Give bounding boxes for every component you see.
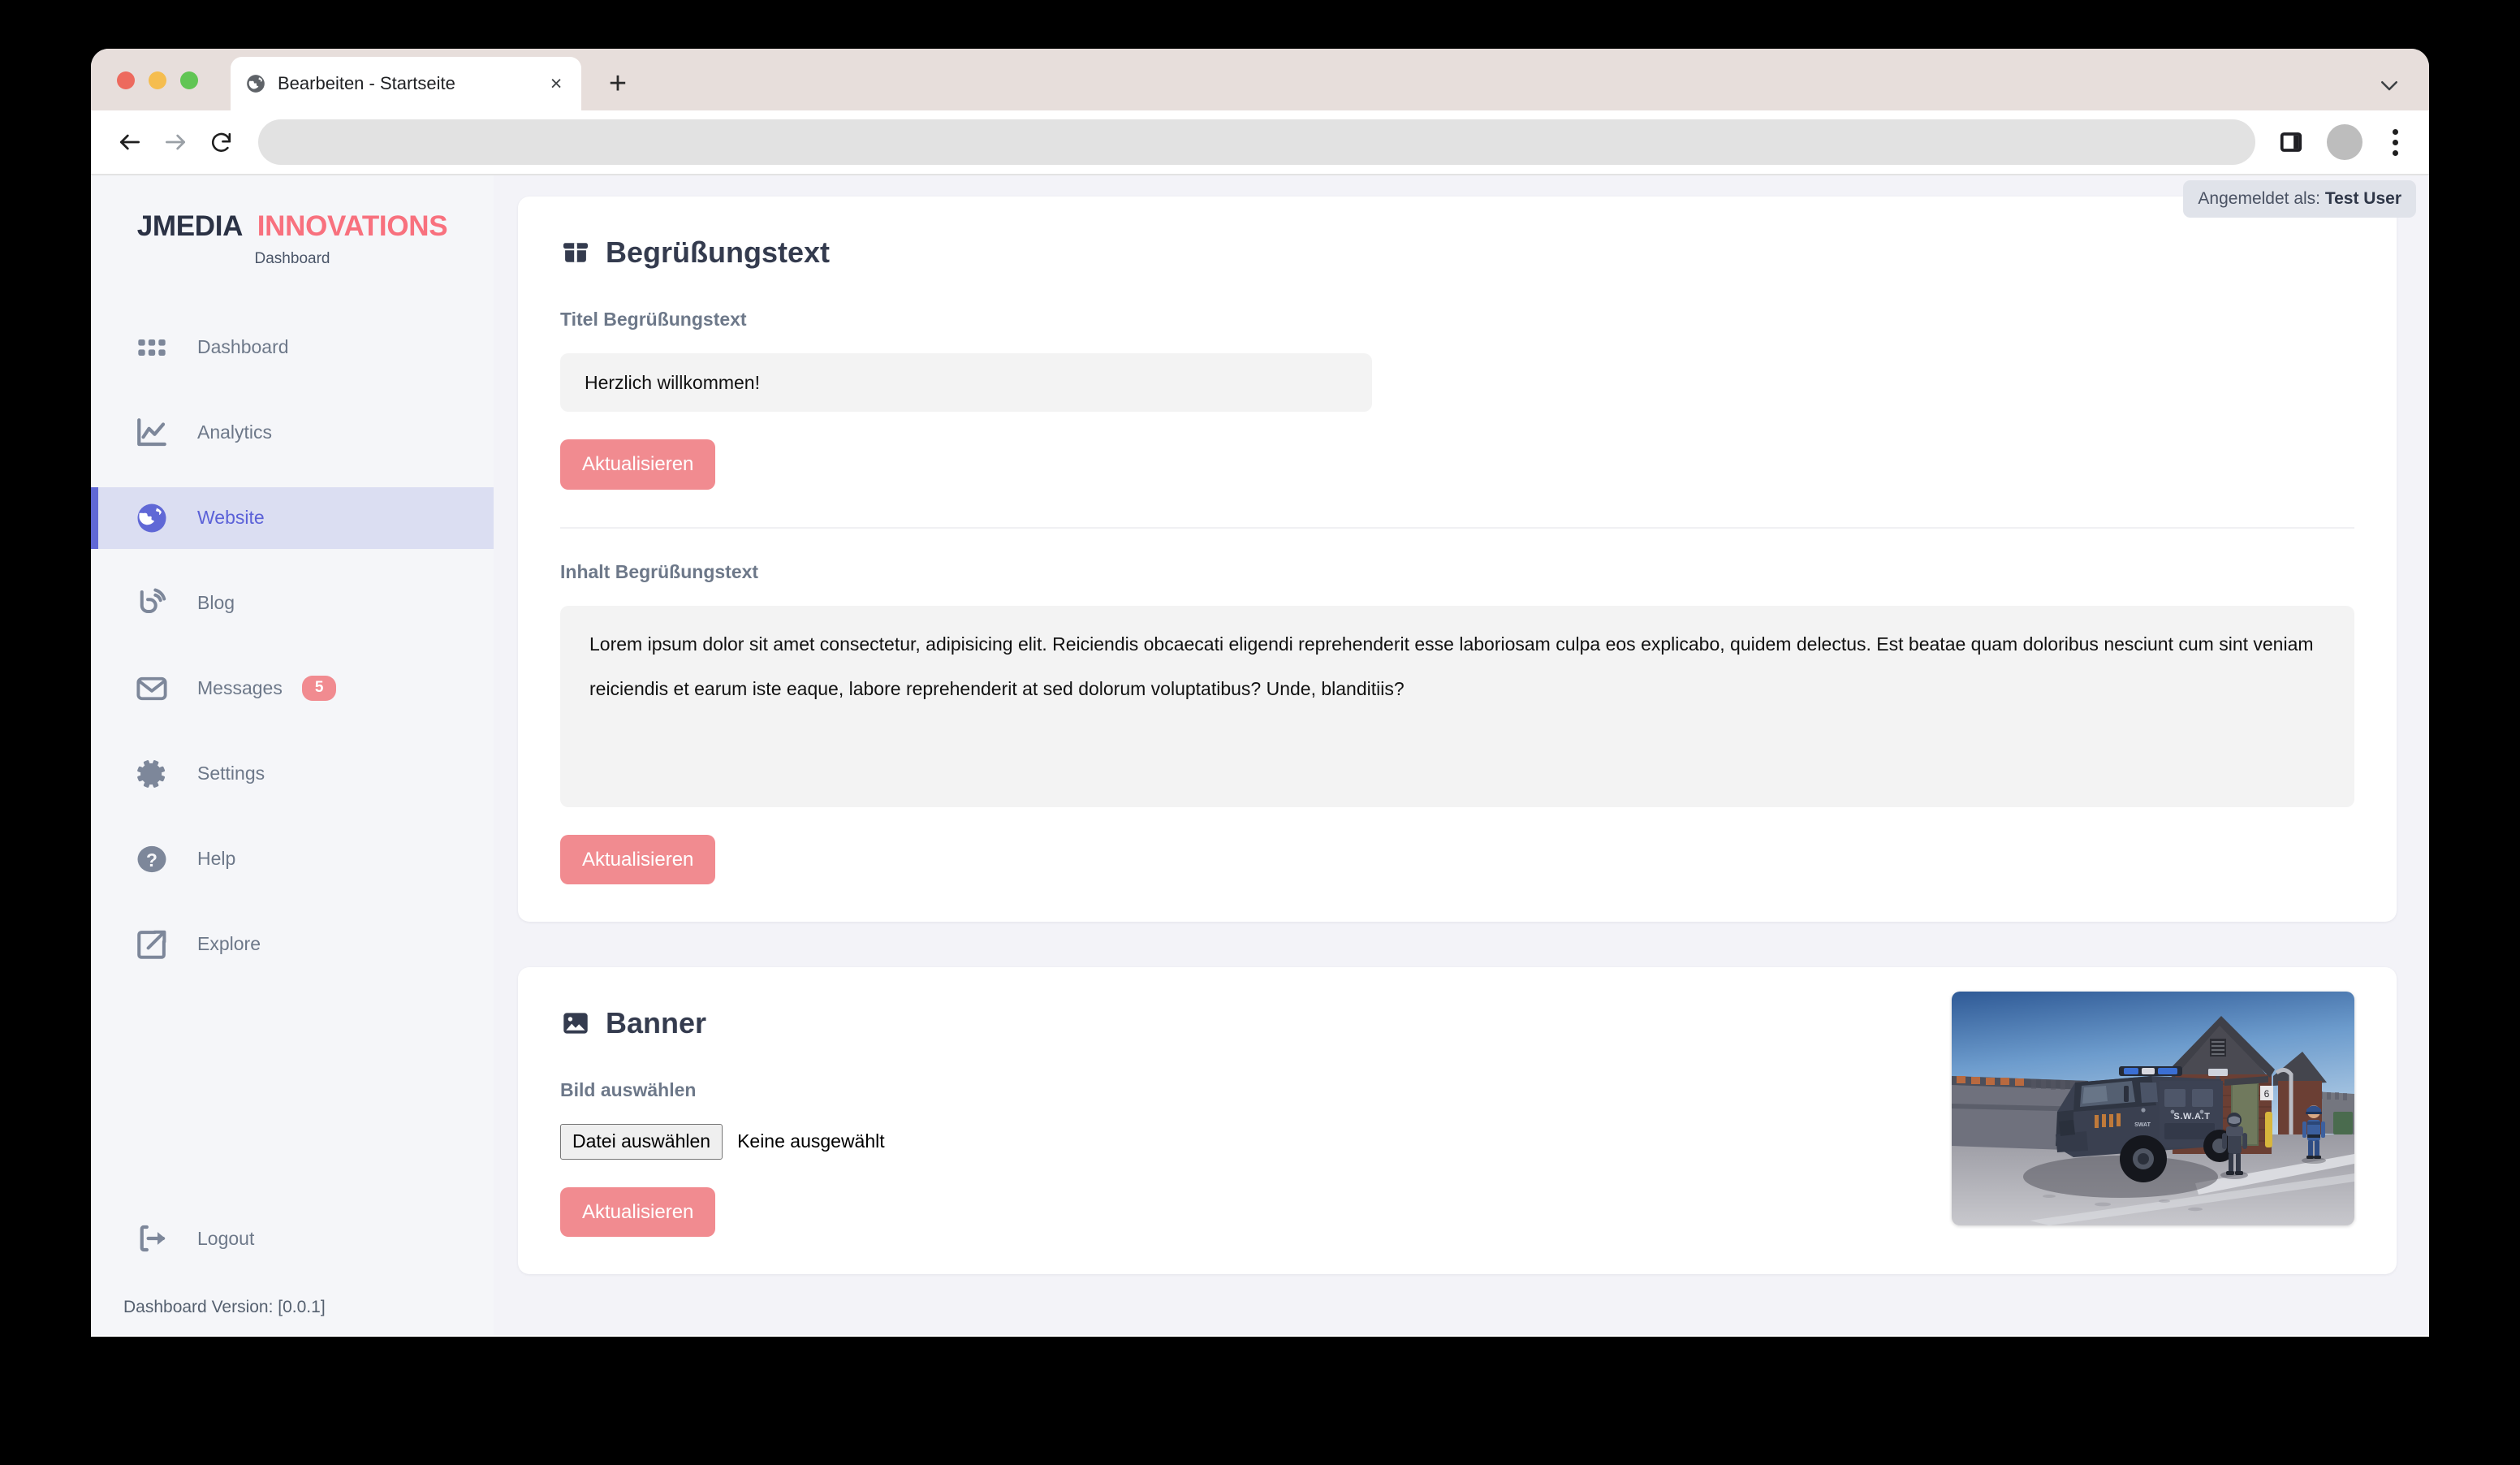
profile-avatar[interactable] <box>2327 124 2362 160</box>
reload-icon[interactable] <box>198 119 244 165</box>
sidebar-item-label: Help <box>197 848 236 869</box>
greeting-content-textarea[interactable]: Lorem ipsum dolor sit amet consectetur, … <box>560 605 2354 807</box>
browser-window: Bearbeiten - Startseite × + JMEDIA INNOV… <box>91 49 2429 1337</box>
menu-dot <box>2392 149 2398 156</box>
sidebar-item-dashboard[interactable]: Dashboard <box>91 317 494 378</box>
menu-dot <box>2392 139 2398 145</box>
address-bar-input[interactable] <box>258 119 2255 165</box>
main-content: Angemeldet als: Test User Begrüßungstext… <box>494 175 2429 1335</box>
globe-favicon-icon <box>245 73 266 94</box>
menu-dot <box>2392 128 2398 135</box>
sidebar-item-explore[interactable]: Explore <box>91 914 494 975</box>
card-divider <box>560 526 2354 529</box>
chevron-down-icon[interactable] <box>2375 71 2403 99</box>
banner-preview-image: 6 S.W.A.T SWAT <box>1952 992 2354 1226</box>
dashboard-version-text: Dashboard Version: [0.0.1] <box>123 1298 326 1316</box>
brand-name-accent: INNOVATIONS <box>257 210 448 242</box>
browser-toolbar <box>91 110 2429 175</box>
box-icon <box>560 237 591 268</box>
question-circle-icon: ? <box>133 841 170 878</box>
window-traffic-lights <box>117 71 198 89</box>
svg-text:6: 6 <box>2264 1088 2270 1100</box>
file-status-text: Keine ausgewählt <box>737 1130 885 1152</box>
messages-badge: 5 <box>301 676 337 701</box>
logout-label: Logout <box>197 1227 255 1249</box>
sidebar: JMEDIA INNOVATIONS Dashboard Dashboard A… <box>91 175 494 1335</box>
svg-text:SWAT: SWAT <box>2134 1122 2151 1128</box>
brand-title: JMEDIA INNOVATIONS <box>107 210 477 243</box>
sidebar-item-label: Website <box>197 507 265 528</box>
brand-logo[interactable]: JMEDIA INNOVATIONS Dashboard <box>91 210 494 268</box>
envelope-icon <box>133 670 170 707</box>
browser-tab[interactable]: Bearbeiten - Startseite × <box>231 57 581 110</box>
update-greeting-content-button[interactable]: Aktualisieren <box>560 834 716 885</box>
sidebar-item-help[interactable]: ? Help <box>91 828 494 890</box>
chart-line-icon <box>133 414 170 452</box>
logged-in-status-badge: Angemeldet als: Test User <box>2183 180 2416 218</box>
three-dot-menu-icon[interactable] <box>2380 124 2410 160</box>
brand-subtitle: Dashboard <box>254 249 330 267</box>
new-tab-button[interactable]: + <box>601 67 635 101</box>
greeting-title-label: Titel Begrüßungstext <box>560 309 747 330</box>
back-arrow-icon[interactable] <box>107 119 153 165</box>
greeting-content-label: Inhalt Begrüßungstext <box>560 560 759 582</box>
sidebar-item-website[interactable]: Website <box>91 486 494 549</box>
blogger-icon <box>133 585 170 622</box>
svg-text:S.W.A.T: S.W.A.T <box>2173 1112 2210 1121</box>
sidebar-nav: Dashboard Analytics Website Blog Message… <box>91 317 494 999</box>
login-username: Test User <box>2324 189 2401 208</box>
logout-arrow-icon <box>133 1220 170 1257</box>
banner-card-title: Banner <box>606 1006 707 1040</box>
minimize-window-button[interactable] <box>149 71 166 89</box>
choose-file-button[interactable]: Datei auswählen <box>560 1124 723 1160</box>
external-link-icon <box>133 926 170 963</box>
close-window-button[interactable] <box>117 71 135 89</box>
greeting-title-input[interactable]: Herzlich willkommen! <box>560 353 1372 412</box>
maximize-window-button[interactable] <box>180 71 198 89</box>
sidebar-item-label: Explore <box>197 933 261 954</box>
page-viewport: JMEDIA INNOVATIONS Dashboard Dashboard A… <box>91 175 2429 1335</box>
sidebar-item-label: Analytics <box>197 421 273 443</box>
login-prefix-label: Angemeldet als: <box>2198 189 2325 208</box>
brand-name-primary: JMEDIA <box>136 210 242 242</box>
close-tab-button[interactable]: × <box>544 71 568 96</box>
sidebar-item-label: Settings <box>197 763 265 784</box>
sidebar-item-analytics[interactable]: Analytics <box>91 402 494 464</box>
greeting-card-heading: Begrüßungstext <box>560 236 2354 270</box>
forward-arrow-icon <box>153 119 198 165</box>
gear-icon <box>133 755 170 793</box>
greeting-card-title: Begrüßungstext <box>606 236 831 269</box>
sidebar-item-messages[interactable]: Messages 5 <box>91 658 494 720</box>
sidebar-item-label: Dashboard <box>197 336 289 357</box>
greeting-text-card: Begrüßungstext Titel Begrüßungstext Herz… <box>518 197 2397 923</box>
sidebar-item-label: Blog <box>197 592 235 613</box>
sidebar-item-label: Messages <box>197 677 283 698</box>
sidebar-item-settings[interactable]: Settings <box>91 743 494 805</box>
logout-button[interactable]: Logout <box>91 1210 494 1267</box>
image-icon <box>560 1008 591 1039</box>
sidebar-item-blog[interactable]: Blog <box>91 573 494 634</box>
grid-icon <box>133 329 170 366</box>
globe-icon <box>133 499 170 537</box>
tab-title-label: Bearbeiten - Startseite <box>278 73 455 93</box>
update-banner-button[interactable]: Aktualisieren <box>560 1186 716 1238</box>
sidebar-footer: Logout Dashboard Version: [0.0.1] <box>91 1210 494 1335</box>
side-panel-icon[interactable] <box>2273 124 2309 160</box>
svg-text:?: ? <box>146 849 158 870</box>
browser-tab-strip: Bearbeiten - Startseite × + <box>91 49 2429 110</box>
update-greeting-title-button[interactable]: Aktualisieren <box>560 439 716 490</box>
banner-card: Banner Bild auswählen Datei auswählen Ke… <box>518 967 2397 1275</box>
